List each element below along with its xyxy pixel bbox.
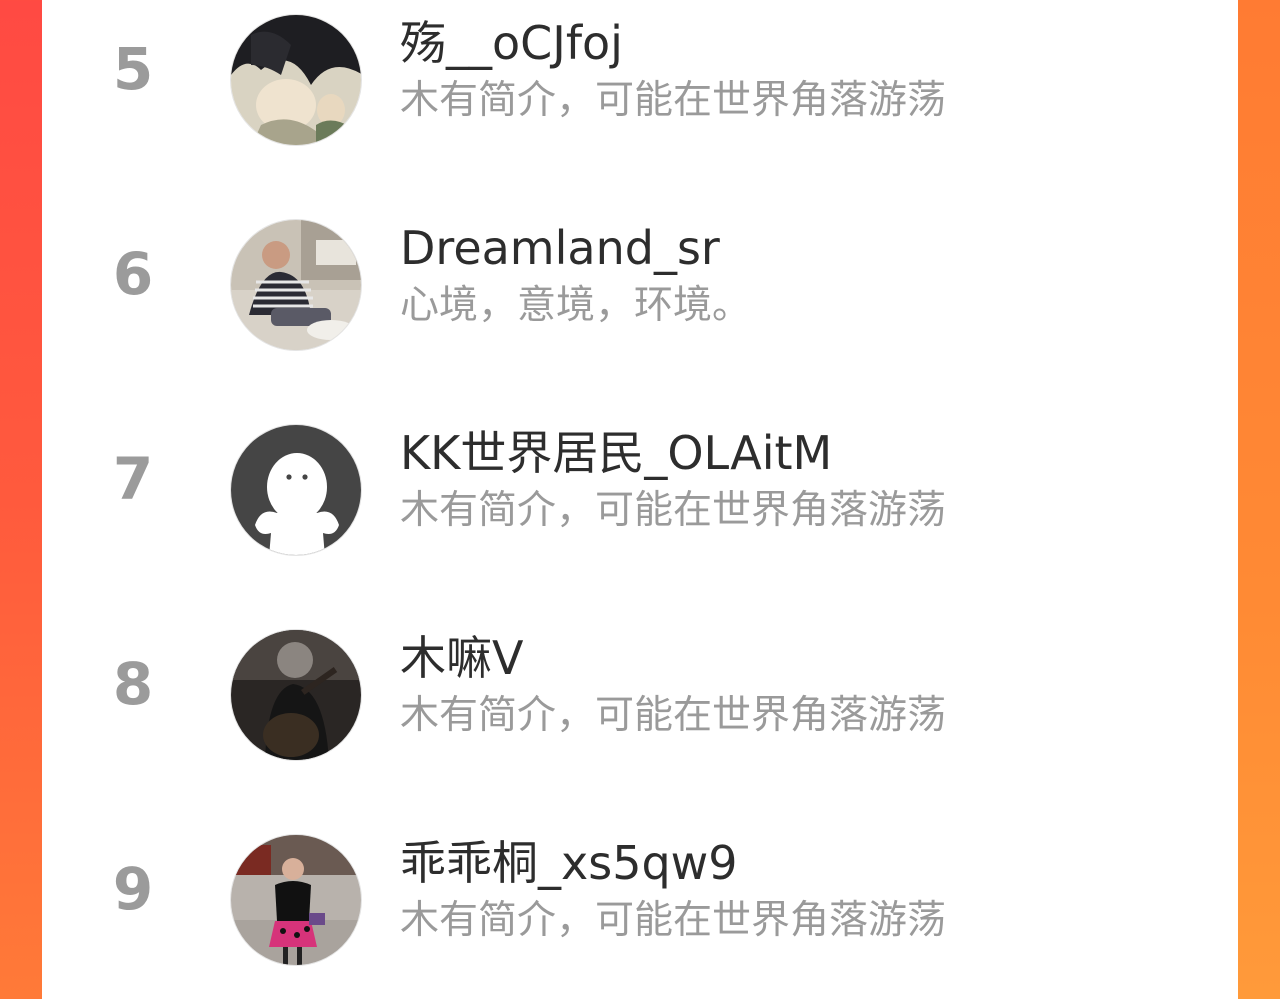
leaderboard-row[interactable]: 6 Dreamland_sr 心境，意境，环境。 — [42, 205, 1238, 385]
leaderboard-row[interactable]: 8 木嘛V 木有简介，可能在世界角落游荡 — [42, 615, 1238, 795]
user-bio: 木有简介，可能在世界角落游荡 — [400, 693, 947, 738]
user-bio: 木有简介，可能在世界角落游荡 — [400, 898, 947, 943]
leaderboard-row[interactable]: 7 KK世界居民_OLAitM 木有简介，可能在世界角落游荡 — [42, 410, 1238, 590]
rank-number: 6 — [112, 240, 154, 308]
rank-number: 5 — [112, 35, 154, 103]
background-stripe-right — [1238, 0, 1280, 999]
rank-number: 8 — [112, 650, 154, 718]
user-bio: 木有简介，可能在世界角落游荡 — [400, 488, 947, 533]
rank-number: 7 — [112, 445, 154, 513]
user-bio: 心境，意境，环境。 — [400, 283, 752, 328]
user-avatar[interactable] — [230, 834, 362, 966]
user-name[interactable]: KK世界居民_OLAitM — [400, 428, 832, 479]
user-avatar[interactable] — [230, 14, 362, 146]
anime-avatar-icon — [231, 15, 361, 145]
user-avatar[interactable] — [230, 629, 362, 761]
user-name[interactable]: 殇__oCJfoj — [400, 18, 623, 69]
user-avatar[interactable] — [230, 219, 362, 351]
user-bio: 木有简介，可能在世界角落游荡 — [400, 78, 947, 123]
user-name[interactable]: 乖乖桐_xs5qw9 — [400, 838, 738, 889]
photo-avatar-icon — [231, 630, 361, 760]
default-ghost-avatar-icon — [231, 425, 361, 555]
user-avatar[interactable] — [230, 424, 362, 556]
photo-avatar-icon — [231, 220, 361, 350]
leaderboard-panel: 5 殇__oCJfoj 木有简介，可能在世界角落游荡 6 Dreamland_s… — [42, 0, 1238, 999]
user-name[interactable]: Dreamland_sr — [400, 223, 720, 274]
user-name[interactable]: 木嘛V — [400, 633, 523, 684]
rank-number: 9 — [112, 855, 154, 923]
leaderboard-row[interactable]: 9 乖乖桐_xs5qw9 木有简介，可能在世界角落游荡 — [42, 820, 1238, 999]
photo-avatar-icon — [231, 835, 361, 965]
leaderboard-row[interactable]: 5 殇__oCJfoj 木有简介，可能在世界角落游荡 — [42, 0, 1238, 180]
